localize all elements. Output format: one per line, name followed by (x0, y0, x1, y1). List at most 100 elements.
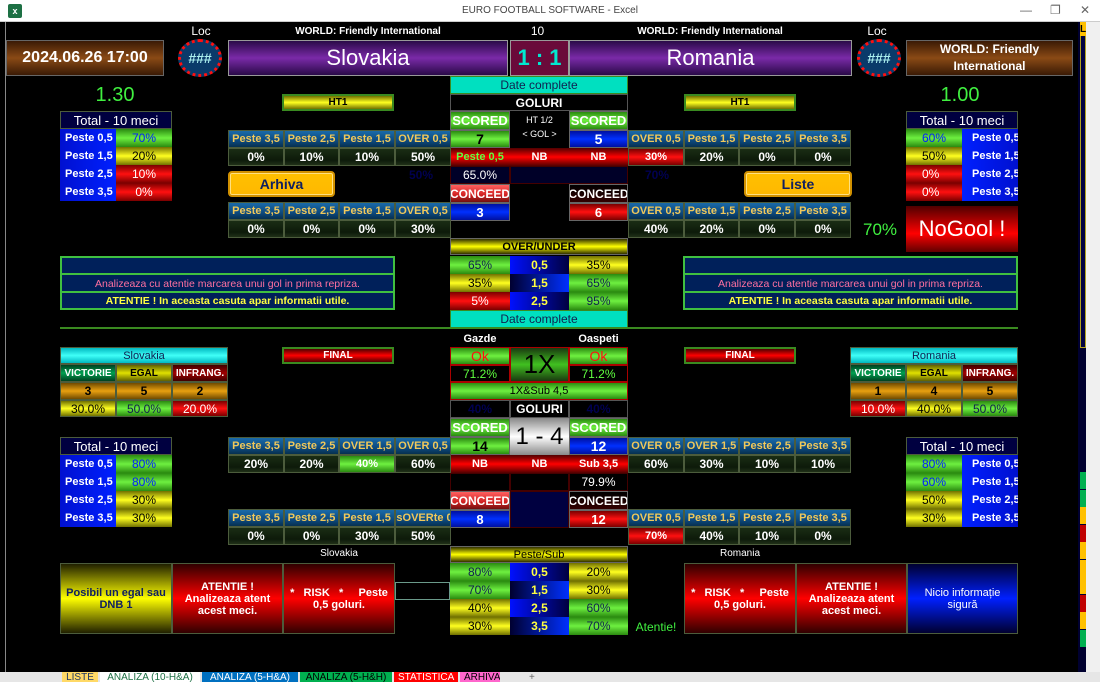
results-count: 5 (962, 382, 1018, 400)
message-box-right: Analizeaza cu atentie marcarea unui gol … (683, 256, 1018, 310)
grid-header: OVER 0,5 (628, 202, 684, 220)
final-tip: 1X (510, 347, 569, 382)
total-row-label: Peste 3,5 (60, 509, 116, 527)
right-pct: 35% (569, 256, 628, 274)
ht1-label-home: HT1 (282, 94, 394, 111)
final-score: 1 - 4 (510, 418, 569, 455)
nb-ft-2: NB (510, 455, 569, 473)
grid-header: Peste 3,5 (228, 130, 284, 148)
results-count: 2 (172, 382, 228, 400)
grid-value: 60% (395, 455, 451, 473)
loc-badge-away: ### (857, 39, 901, 77)
nb-ft-1: NB (450, 455, 510, 473)
side-color-cell (1080, 594, 1086, 612)
total-row-value: 80% (116, 473, 172, 491)
round-number: 10 (530, 24, 545, 38)
grid-header: esOVERte 0, (395, 509, 451, 527)
away-scored-ht: 5 (569, 130, 628, 148)
section-divider (60, 327, 1018, 329)
sheet-tab[interactable]: ANALIZA (5-H&A) (202, 672, 298, 682)
ft-empty-3 (510, 491, 569, 528)
line-value: 3,5 (510, 617, 569, 635)
side-color-cell (1080, 577, 1086, 594)
team-label-home: Slovakia (320, 548, 358, 559)
grid-value: 40% (628, 220, 684, 238)
grid-header: Peste 3,5 (795, 509, 851, 527)
side-color-cell (1080, 472, 1086, 489)
away-ok: Ok (569, 347, 628, 365)
total-row-value: 70% (116, 129, 172, 147)
advice-home-2: * RISK * Peste 0,5 goluri. (283, 563, 395, 634)
grid-value: 10% (795, 455, 851, 473)
sheet-tab[interactable]: ARHIVA (460, 672, 500, 682)
total-row-label: Peste 2,5 (60, 165, 116, 183)
sheet-tab[interactable]: STATISTICA (394, 672, 458, 682)
results-count: 4 (906, 382, 962, 400)
goluri-header-ht: GOLURI (450, 94, 628, 111)
home-conceded-ft: 8 (450, 510, 510, 528)
results-header: VICTORIE (60, 364, 116, 382)
results-header: EGAL (116, 364, 172, 382)
minimize-button[interactable]: — (1020, 3, 1032, 17)
grid-header: OVER 0,5 (395, 437, 451, 455)
results-pct: 40.0% (906, 400, 962, 417)
away-scored-ft: 12 (569, 437, 628, 455)
total-row-label: Peste 2,5 (962, 165, 1018, 183)
total-row-value: 30% (116, 509, 172, 527)
add-sheet-button[interactable]: + (525, 672, 539, 682)
grid-value: 10% (284, 148, 339, 166)
grid-header: OVER 0,5 (628, 130, 684, 148)
grid-header: Peste 2,5 (739, 437, 795, 455)
grid-value: 50% (395, 148, 451, 166)
results-header: EGAL (906, 364, 962, 382)
away-scored-label-ft: SCORED (569, 418, 628, 437)
left-pct: 70% (450, 581, 510, 599)
sheet-tab[interactable]: LISTE (62, 672, 98, 682)
results-pct: 20.0% (172, 400, 228, 417)
results-header: VICTORIE (850, 364, 906, 382)
sheet-tab[interactable]: ANALIZA (10-H&A) (100, 672, 200, 682)
away-scored-label-ht: SCORED (569, 111, 628, 130)
grid-header: Peste 2,5 (284, 202, 339, 220)
window-title: EURO FOOTBALL SOFTWARE - Excel (462, 5, 638, 16)
grid-value: 0% (795, 148, 851, 166)
grid-header: Peste 3,5 (795, 130, 851, 148)
ht-half-label: HT 1/2 (526, 115, 553, 125)
arhiva-button[interactable]: Arhiva (228, 171, 335, 197)
away-conceded-label-ft: CONCEED (569, 491, 628, 510)
grid-header: Peste 1,5 (684, 509, 739, 527)
away-odds: 1.00 (940, 84, 980, 106)
date-complete-mid: Date complete (450, 310, 628, 328)
right-pct: 20% (569, 563, 628, 581)
close-button[interactable]: ✕ (1080, 3, 1090, 17)
grid-value: 30% (339, 527, 395, 545)
vertical-scrollbar[interactable] (1086, 22, 1100, 672)
total-row-label: Peste 0,5 (60, 455, 116, 473)
grid-header: Peste 3,5 (228, 437, 284, 455)
message-box-left: Analizeaza cu atentie marcarea unui gol … (60, 256, 395, 310)
message-right-0 (685, 258, 1016, 275)
grid-value: 10% (339, 148, 395, 166)
total-row-label: Peste 2,5 (962, 491, 1018, 509)
home-ok: Ok (450, 347, 510, 365)
grid-header: Peste 3,5 (228, 202, 284, 220)
results-pct: 50.0% (116, 400, 172, 417)
results-pct: 50.0% (962, 400, 1018, 417)
total-row-label: Peste 2,5 (60, 491, 116, 509)
results-count: 1 (850, 382, 906, 400)
results-pct: 10.0% (850, 400, 906, 417)
grid-header: OVER 1,5 (339, 437, 395, 455)
oaspeti-label: Oaspeti (578, 332, 619, 345)
liste-button[interactable]: Liste (744, 171, 852, 197)
hidden-pct-left-ft: 40% (450, 400, 510, 418)
nb-ht-2: NB (569, 148, 628, 166)
grid-header: Peste 3,5 (795, 202, 851, 220)
loc-label-home: Loc (191, 24, 211, 38)
home-scored-label-ft: SCORED (450, 418, 510, 437)
sheet-tab[interactable]: ANALIZA (5-H&H) (300, 672, 392, 682)
grid-header: OVER 0,5 (628, 437, 684, 455)
side-color-cell (1080, 489, 1086, 507)
sheet-tab-bar: LISTE ANALIZA (10-H&A) ANALIZA (5-H&A) ANAL… (0, 672, 1100, 682)
restore-button[interactable]: ❐ (1050, 3, 1061, 17)
league-away: WORLD: Friendly International (637, 25, 783, 37)
